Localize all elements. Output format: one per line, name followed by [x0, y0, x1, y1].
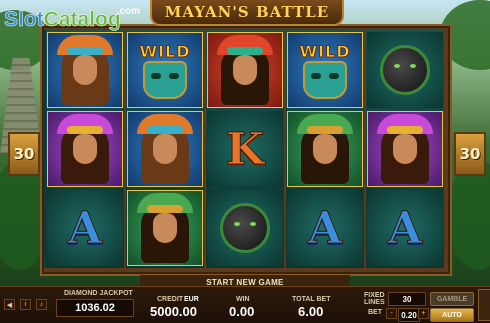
warrior-portrait-icon — [217, 35, 273, 105]
game-title: MAYAN'S BATTLE — [164, 3, 330, 21]
credit-label: CREDIT — [157, 296, 184, 303]
logo-slot-text: Slot — [4, 8, 44, 32]
info-button[interactable]: i — [20, 299, 31, 310]
reel-5: A — [366, 30, 444, 268]
reel-separator — [284, 30, 286, 268]
symbol-letter: K — [207, 111, 283, 187]
symbol-letter: A — [287, 190, 363, 266]
panther-icon — [380, 45, 430, 95]
auto-button[interactable]: AUTO — [430, 308, 474, 322]
symbol-letter: A — [47, 190, 123, 266]
warrior-portrait-icon — [377, 114, 433, 184]
gamble-button[interactable]: GAMBLE — [430, 292, 474, 306]
reel-area: A WILD K WILD A A — [44, 30, 444, 268]
currency-label: EUR — [184, 296, 199, 303]
jade-mask-icon — [302, 60, 347, 99]
game-stage: A WILD K WILD A A 30 30 MAYAN'S BATTLE Slot C… — [0, 0, 490, 323]
wild-symbol: WILD — [299, 41, 351, 99]
symbol-letter-text: A — [387, 202, 423, 254]
bet-value: 0.20 — [398, 308, 420, 322]
symbol-warrior-woman-purple — [367, 111, 443, 187]
paylines-indicator-left: 30 — [8, 132, 40, 176]
reel-1: A — [46, 30, 124, 268]
slotcatalog-logo: Slot Catalog .com — [4, 6, 144, 32]
symbol-letter-text: A — [67, 202, 103, 254]
symbol-warrior-woman-green — [287, 111, 363, 187]
reel-separator — [364, 30, 366, 268]
wild-symbol: WILD — [139, 41, 191, 99]
paylines-indicator-right: 30 — [454, 132, 486, 176]
symbol-warrior-woman-purple — [47, 111, 123, 187]
reel-2: WILD — [126, 30, 204, 268]
symbol-letter: A — [367, 190, 443, 266]
reel-3: K — [206, 30, 284, 268]
lines-field: 30 — [388, 292, 426, 306]
symbol-panther — [367, 32, 443, 108]
warrior-portrait-icon — [137, 193, 193, 263]
symbol-warrior-woman-feathers — [207, 32, 283, 108]
jackpot-label: DIAMOND JACKPOT — [64, 290, 133, 297]
fixed-lines-label: FIXED LINES — [364, 292, 385, 306]
symbol-wild: WILD — [287, 32, 363, 108]
menu-left-button[interactable]: ◀ — [4, 299, 15, 310]
reel-separator — [204, 30, 206, 268]
symbol-letter-text: K — [225, 123, 265, 175]
panther-icon — [220, 203, 270, 253]
logo-com-text: .com — [116, 6, 141, 17]
credit-value: 5000.00 — [150, 304, 197, 319]
win-value: 0.00 — [229, 304, 255, 319]
sound-button[interactable]: ♪ — [36, 299, 47, 310]
reel-4: WILD A — [286, 30, 364, 268]
warrior-portrait-icon — [297, 114, 353, 184]
symbol-warrior-woman-green — [127, 190, 203, 266]
jade-mask-icon — [142, 60, 187, 99]
symbol-letter-text: A — [307, 202, 343, 254]
warrior-portrait-icon — [137, 114, 193, 184]
symbol-wild: WILD — [127, 32, 203, 108]
bet-label: BET — [368, 309, 382, 316]
win-label: WIN — [236, 296, 250, 303]
jungle-foliage — [448, 160, 490, 270]
logo-catalog-text: Catalog — [43, 8, 121, 32]
symbol-warrior-woman-orange — [47, 32, 123, 108]
symbol-warrior-woman-orange — [127, 111, 203, 187]
total-bet-label: TOTAL BET — [292, 296, 331, 303]
game-title-plate: MAYAN'S BATTLE — [150, 0, 344, 26]
wild-text: WILD — [299, 41, 351, 61]
wild-text: WILD — [139, 41, 191, 61]
spin-button[interactable] — [478, 289, 490, 321]
warrior-portrait-icon — [57, 35, 113, 105]
bet-decrease-button[interactable]: - — [386, 308, 397, 319]
symbol-panther — [207, 190, 283, 266]
warrior-portrait-icon — [57, 114, 113, 184]
jackpot-value: 1036.02 — [56, 299, 134, 317]
total-bet-value: 6.00 — [298, 304, 324, 319]
bet-increase-button[interactable]: + — [418, 308, 429, 319]
reel-separator — [124, 30, 126, 268]
